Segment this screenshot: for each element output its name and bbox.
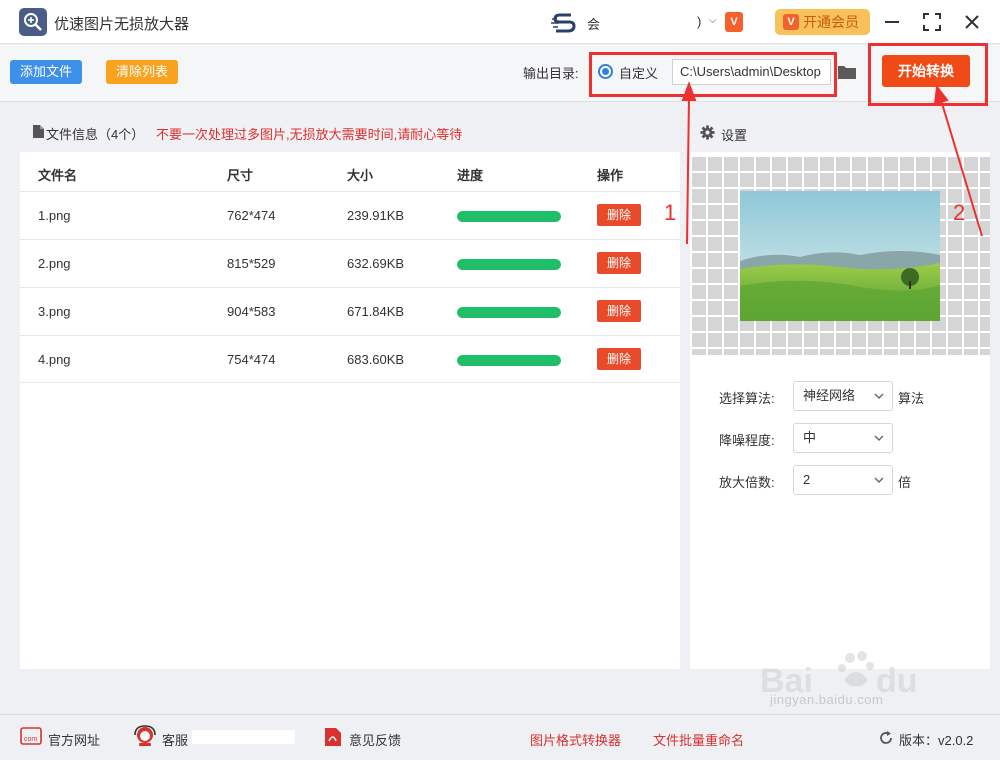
service-link[interactable]: 客服 [162, 730, 188, 749]
website-link[interactable]: 官方网址 [48, 730, 100, 749]
annotation-step-2: 2 [953, 200, 966, 225]
feedback-link[interactable]: 意见反馈 [349, 730, 401, 749]
version-text: 版本：v2.0.2 [899, 733, 974, 748]
footer: com 官方网址 客服 意见反馈 图片格式转换器 文件批量重命名 版本：v2.0… [0, 714, 1000, 760]
service-blank [192, 730, 295, 744]
watermark-url: jingyan.baidu.com [770, 692, 884, 707]
refresh-icon[interactable] [878, 730, 894, 746]
format-converter-link[interactable]: 图片格式转换器 [530, 730, 621, 749]
website-icon: com [20, 727, 42, 745]
annotation-step-1: 1 [664, 200, 677, 225]
feedback-icon [325, 728, 341, 746]
annotation-arrows [681, 81, 983, 245]
customer-service-icon [134, 725, 156, 746]
svg-text:com: com [24, 736, 37, 743]
batch-rename-link[interactable]: 文件批量重命名 [653, 730, 744, 749]
